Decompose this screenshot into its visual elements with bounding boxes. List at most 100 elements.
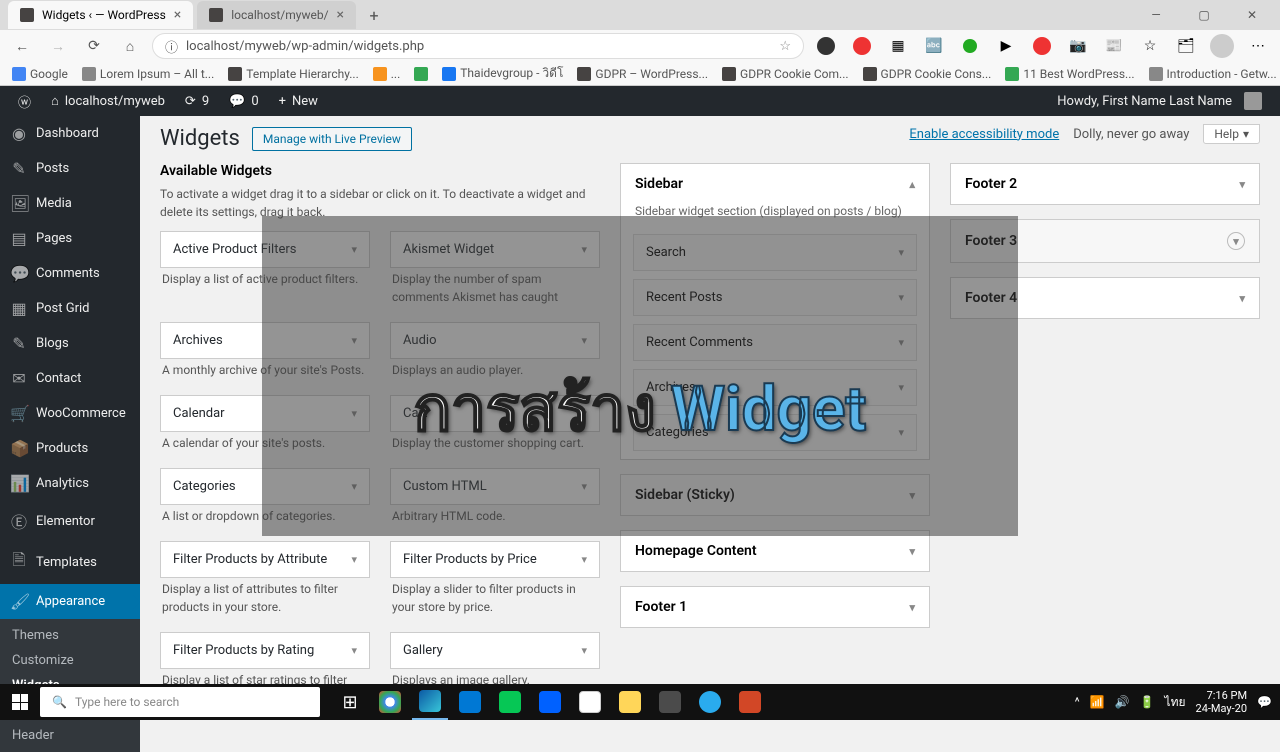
comments-count[interactable]: 💬 0	[219, 86, 269, 116]
store-icon[interactable]	[572, 684, 608, 720]
edge-icon[interactable]	[412, 684, 448, 720]
submenu-customize[interactable]: Customize	[0, 648, 140, 673]
menu-elementor[interactable]: ⒺElementor	[0, 501, 140, 541]
menu-appearance[interactable]: 🖌Appearance	[0, 584, 140, 619]
new-content[interactable]: + New	[269, 86, 328, 116]
area-head[interactable]: Footer 3▾	[951, 220, 1259, 262]
bookmark-item[interactable]: Introduction - Getw...	[1149, 67, 1277, 81]
menu-comments[interactable]: 💬Comments	[0, 256, 140, 291]
menu-products[interactable]: 📦Products	[0, 431, 140, 466]
updates[interactable]: ⟳ 9	[175, 86, 219, 116]
bookmark-item[interactable]: GDPR Cookie Cons...	[863, 67, 992, 81]
available-widget[interactable]: Filter Products by Attribute▾	[160, 541, 370, 578]
menu-analytics[interactable]: 📊Analytics	[0, 466, 140, 501]
profile-icon[interactable]	[1208, 32, 1236, 60]
available-widget[interactable]: Archives▾	[160, 322, 370, 359]
menu-media[interactable]: 🖼Media	[0, 186, 140, 221]
ext-icon[interactable]	[812, 32, 840, 60]
available-widget[interactable]: Akismet Widget▾	[390, 231, 600, 268]
bookmark-item[interactable]: GDPR Cookie Com...	[722, 67, 849, 81]
play-icon[interactable]	[956, 32, 984, 60]
taskview-icon[interactable]: ⊞	[332, 684, 368, 720]
network-icon[interactable]: 📶	[1090, 695, 1105, 709]
url-bar[interactable]: ⓘ localhost/myweb/wp-admin/widgets.php ☆	[152, 33, 804, 59]
collections-icon[interactable]: 🗂	[1172, 32, 1200, 60]
available-widget[interactable]: Calendar▾	[160, 395, 370, 432]
area-head[interactable]: Homepage Content▾	[621, 531, 929, 571]
volume-icon[interactable]: 🔊	[1115, 695, 1130, 709]
howdy[interactable]: Howdy, First Name Last Name	[1047, 86, 1272, 116]
bookmark-item[interactable]: 11 Best WordPress...	[1005, 67, 1134, 81]
rec-icon[interactable]	[1028, 32, 1056, 60]
star-icon[interactable]: ☆	[779, 39, 791, 54]
area-widget-item[interactable]: Categories▾	[633, 414, 917, 451]
available-widget[interactable]: Cart▾	[390, 395, 600, 432]
taskbar-search[interactable]: 🔍Type here to search	[40, 687, 320, 717]
youtube-icon[interactable]: ▶	[992, 32, 1020, 60]
available-widget[interactable]: Gallery▾	[390, 632, 600, 669]
menu-postgrid[interactable]: ▦Post Grid	[0, 291, 140, 326]
bookmark-item[interactable]: GDPR – WordPress...	[577, 67, 708, 81]
battery-icon[interactable]: 🔋	[1140, 695, 1155, 709]
wp-logo[interactable]: ⓦ	[8, 86, 41, 116]
bookmark-item[interactable]: Template Hierarchy...	[228, 67, 359, 81]
area-widget-item[interactable]: Archives▾	[633, 369, 917, 406]
menu-contact[interactable]: ✉Contact	[0, 361, 140, 396]
back-button[interactable]: ←	[8, 32, 36, 60]
chrome-icon[interactable]	[372, 684, 408, 720]
telegram-icon[interactable]	[692, 684, 728, 720]
minimize-button[interactable]: —	[1136, 1, 1176, 29]
maximize-button[interactable]: ▢	[1184, 1, 1224, 29]
accessibility-link[interactable]: Enable accessibility mode	[909, 127, 1059, 142]
area-head[interactable]: Footer 1▾	[621, 587, 929, 627]
area-head[interactable]: Sidebar ▴	[621, 164, 929, 204]
new-tab-button[interactable]: +	[360, 1, 388, 29]
translate-icon[interactable]: 🔤	[920, 32, 948, 60]
explorer-icon[interactable]	[612, 684, 648, 720]
clock[interactable]: 7:16 PM 24-May-20	[1196, 689, 1248, 715]
language-indicator[interactable]: ไทย	[1165, 693, 1186, 712]
menu-pages[interactable]: ▤Pages	[0, 221, 140, 256]
area-widget-item[interactable]: Recent Posts▾	[633, 279, 917, 316]
favorites-icon[interactable]: ☆	[1136, 32, 1164, 60]
qr-icon[interactable]: ▦	[884, 32, 912, 60]
opera-icon[interactable]	[848, 32, 876, 60]
bookmark-item[interactable]: Google	[12, 67, 68, 81]
camera-icon[interactable]: 📷	[1064, 32, 1092, 60]
help-button[interactable]: Help▾	[1203, 124, 1260, 144]
home-button[interactable]: ⌂	[116, 32, 144, 60]
area-head[interactable]: Footer 4▾	[951, 278, 1259, 318]
refresh-button[interactable]: ⟳	[80, 32, 108, 60]
submenu-themes[interactable]: Themes	[0, 623, 140, 648]
available-widget[interactable]: Filter Products by Price▾	[390, 541, 600, 578]
area-widget-item[interactable]: Search▾	[633, 234, 917, 271]
menu-templates[interactable]: 🗎Templates	[0, 541, 140, 584]
bookmark-item[interactable]: Lorem Ipsum – All t...	[82, 67, 214, 81]
area-widget-item[interactable]: Recent Comments▾	[633, 324, 917, 361]
close-icon[interactable]: ×	[174, 7, 181, 23]
menu-woocommerce[interactable]: 🛒WooCommerce	[0, 396, 140, 431]
sublime-icon[interactable]	[652, 684, 688, 720]
menu-posts[interactable]: ✎Posts	[0, 151, 140, 186]
close-button[interactable]: ✕	[1232, 1, 1272, 29]
site-name[interactable]: ⌂ localhost/myweb	[41, 86, 175, 116]
manage-live-preview-button[interactable]: Manage with Live Preview	[252, 127, 412, 151]
available-widget[interactable]: Filter Products by Rating▾	[160, 632, 370, 669]
dropbox-icon[interactable]	[532, 684, 568, 720]
available-widget[interactable]: Custom HTML▾	[390, 468, 600, 505]
menu-blogs[interactable]: ✎Blogs	[0, 326, 140, 361]
available-widget[interactable]: Categories▾	[160, 468, 370, 505]
bookmark-item[interactable]: Thaidevgroup - วิดีโ	[442, 64, 563, 83]
vscode-icon[interactable]	[452, 684, 488, 720]
line-icon[interactable]	[492, 684, 528, 720]
forward-button[interactable]: →	[44, 32, 72, 60]
browser-tab-active[interactable]: Widgets ‹ — WordPress ×	[8, 1, 193, 29]
browser-tab[interactable]: localhost/myweb/ ×	[197, 1, 356, 29]
available-widget[interactable]: Audio▾	[390, 322, 600, 359]
menu-dashboard[interactable]: ◉Dashboard	[0, 116, 140, 151]
close-icon[interactable]: ×	[337, 7, 344, 23]
area-head[interactable]: Sidebar (Sticky)▾	[621, 475, 929, 515]
submenu-header[interactable]: Header	[0, 723, 140, 748]
bookmark-item[interactable]	[414, 67, 428, 81]
available-widget[interactable]: Active Product Filters▾	[160, 231, 370, 268]
